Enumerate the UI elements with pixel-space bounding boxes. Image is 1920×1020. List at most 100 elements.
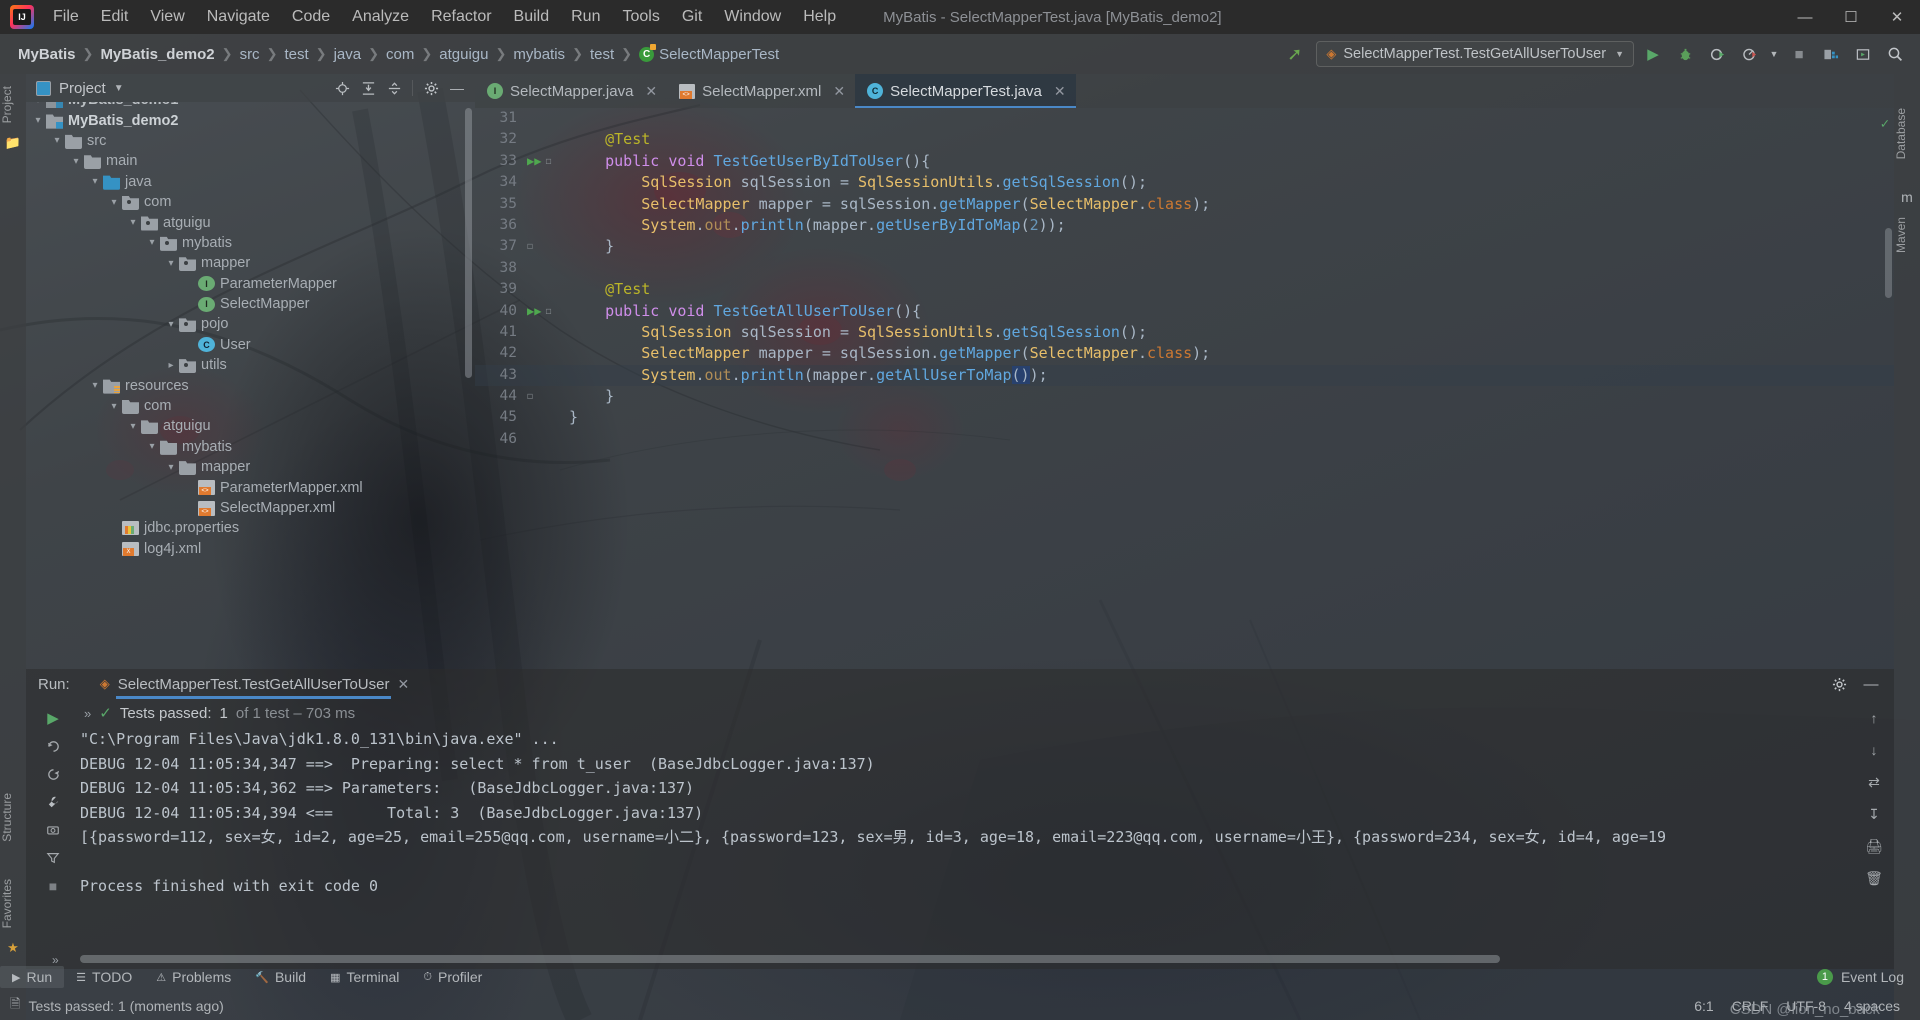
print-button[interactable]: 🖨 — [1860, 833, 1888, 859]
collapse-all-button[interactable] — [382, 76, 406, 100]
tree-node[interactable]: ▾ mapper — [26, 253, 475, 273]
chevron-down-icon[interactable]: ▾ — [163, 319, 179, 330]
scroll-to-end-button[interactable]: ↧ — [1860, 801, 1888, 827]
profiler-dropdown-caret[interactable]: ▼ — [1768, 41, 1780, 67]
tree-node[interactable]: ▾ java — [26, 172, 475, 192]
tree-node[interactable]: ▾ com — [26, 396, 475, 416]
tree-node[interactable]: log4j.xml — [26, 539, 475, 559]
clear-all-button[interactable]: 🗑 — [1860, 865, 1888, 891]
project-file-tree[interactable]: ▾MyBatis_demo1▾MyBatis_demo2▾src▾main▾ja… — [26, 102, 475, 669]
run-settings-button[interactable] — [1826, 671, 1852, 697]
bottom-item-todo[interactable]: ☰ TODO — [64, 966, 144, 988]
chevron-right-icon[interactable]: ▸ — [163, 360, 179, 371]
breadcrumb-test-pkg[interactable]: test — [584, 44, 620, 65]
sidebar-item-maven[interactable]: m Maven — [1894, 185, 1920, 261]
console-output[interactable]: "C:\Program Files\Java\jdk1.8.0_131\bin\… — [80, 727, 1850, 939]
chevron-down-icon[interactable]: ▾ — [30, 115, 46, 126]
code-fold-icon[interactable]: ◻ — [527, 386, 533, 407]
tree-node[interactable]: ▾ mybatis — [26, 233, 475, 253]
update-project-button[interactable] — [1818, 41, 1844, 67]
chevron-down-icon[interactable]: ▾ — [87, 380, 103, 391]
menu-build[interactable]: Build — [503, 4, 561, 30]
chevron-down-icon[interactable]: ▾ — [106, 197, 122, 208]
breadcrumb-com[interactable]: com — [380, 44, 420, 65]
chevron-down-icon[interactable]: ▾ — [30, 102, 46, 106]
run-test-gutter-icon[interactable]: ▶▶ — [527, 301, 541, 322]
project-panel-title-group[interactable]: Project ▼ — [26, 80, 124, 97]
run-with-coverage-button[interactable] — [1704, 41, 1730, 67]
tree-node[interactable]: jdbc.properties — [26, 518, 475, 538]
menu-tools[interactable]: Tools — [611, 4, 670, 30]
menu-analyze[interactable]: Analyze — [341, 4, 420, 30]
tree-node[interactable]: ▸ utils — [26, 355, 475, 375]
filter-tests-button[interactable] — [39, 845, 67, 871]
code-editor[interactable]: 31 32 @Test 33 ▶▶ ◻ public void TestGetUserB… — [475, 108, 1894, 669]
run-configuration-selector[interactable]: ◈ SelectMapperTest.TestGetAllUserToUser … — [1316, 41, 1634, 67]
run-test-gutter-icon[interactable]: ▶▶ — [527, 151, 541, 172]
expand-all-button[interactable] — [356, 76, 380, 100]
chevron-down-icon[interactable]: ▾ — [125, 217, 141, 228]
close-icon[interactable]: ✕ — [1054, 83, 1066, 100]
chevron-down-icon[interactable]: ▾ — [144, 237, 160, 248]
breadcrumb-test[interactable]: test — [278, 44, 314, 65]
run-anything-button[interactable] — [1850, 41, 1876, 67]
hide-panel-button[interactable]: — — [445, 76, 469, 100]
expand-chevron-icon[interactable]: » — [84, 706, 91, 721]
tree-node[interactable]: ▾ MyBatis_demo1 — [26, 102, 475, 110]
editor-tab-selectmapper-xml[interactable]: SelectMapper.xml ✕ — [667, 74, 855, 108]
stop-process-button[interactable]: ■ — [39, 873, 67, 899]
bottom-item-build[interactable]: 🔨 Build — [243, 966, 318, 988]
scroll-from-source-button[interactable] — [330, 76, 354, 100]
breadcrumb-src[interactable]: src — [234, 44, 266, 65]
close-icon[interactable]: ✕ — [645, 83, 657, 100]
menu-refactor[interactable]: Refactor — [420, 4, 502, 30]
tree-node[interactable]: ▾ mybatis — [26, 437, 475, 457]
sidebar-item-favorites[interactable]: Favorites ★ — [0, 871, 26, 960]
editor-tab-selectmapper-java[interactable]: I SelectMapper.java ✕ — [475, 74, 667, 108]
bottom-item-problems[interactable]: ⚠ Problems — [144, 966, 243, 988]
chevron-down-icon[interactable]: ▾ — [68, 156, 84, 167]
minimize-button[interactable]: — — [1782, 0, 1828, 34]
editor-vertical-scrollbar[interactable] — [1885, 228, 1892, 298]
vcs-arrow-icon[interactable]: ➚ — [1287, 44, 1302, 65]
bottom-item-run[interactable]: ▶ Run — [0, 966, 65, 988]
chevron-down-icon[interactable]: ▾ — [125, 421, 141, 432]
soft-wrap-button[interactable]: ⇄ — [1860, 769, 1888, 795]
tree-node[interactable]: ▾ pojo — [26, 314, 475, 334]
close-icon[interactable]: ✕ — [833, 83, 845, 100]
tree-node[interactable]: ▾ MyBatis_demo2 — [26, 110, 475, 130]
tree-node[interactable]: C User — [26, 335, 475, 355]
bottom-item-terminal[interactable]: ▦ Terminal — [318, 966, 411, 988]
menu-window[interactable]: Window — [713, 4, 792, 30]
tree-node[interactable]: ▾ atguigu — [26, 416, 475, 436]
chevron-down-icon[interactable]: ▾ — [87, 176, 103, 187]
inspection-status-icon[interactable]: ✓ — [1881, 114, 1889, 135]
project-tree-scrollbar[interactable] — [465, 108, 472, 378]
menu-file[interactable]: File — [42, 4, 90, 30]
project-settings-button[interactable] — [419, 76, 443, 100]
tree-node[interactable]: SelectMapper.xml — [26, 498, 475, 518]
stop-button[interactable]: ■ — [1786, 41, 1812, 67]
menu-edit[interactable]: Edit — [90, 4, 140, 30]
breadcrumb-mybatis[interactable]: MyBatis — [12, 44, 82, 65]
breadcrumb-atguigu[interactable]: atguigu — [433, 44, 494, 65]
breadcrumb-java[interactable]: java — [328, 44, 368, 65]
tree-node[interactable]: ▾ atguigu — [26, 212, 475, 232]
scroll-up-button[interactable]: ↑ — [1860, 705, 1888, 731]
breadcrumb-mybatis-pkg[interactable]: mybatis — [507, 44, 571, 65]
caret-position[interactable]: 6:1 — [1694, 998, 1713, 1014]
tree-node[interactable]: ParameterMapper.xml — [26, 477, 475, 497]
chevron-down-icon[interactable]: ▾ — [106, 401, 122, 412]
code-fold-icon[interactable]: ◻ — [527, 236, 533, 257]
hide-run-window-button[interactable]: — — [1858, 671, 1884, 697]
editor-tab-selectmappertest-java[interactable]: C SelectMapperTest.java ✕ — [855, 74, 1077, 108]
code-fold-icon[interactable]: ◻ — [545, 151, 551, 172]
scroll-down-button[interactable]: ↓ — [1860, 737, 1888, 763]
chevron-down-icon[interactable]: ▾ — [163, 258, 179, 269]
pin-tab-button[interactable] — [39, 817, 67, 843]
menu-run[interactable]: Run — [560, 4, 611, 30]
tree-node[interactable]: ▾ mapper — [26, 457, 475, 477]
sidebar-item-project[interactable]: Project 📁 — [0, 74, 26, 155]
code-fold-icon[interactable]: ◻ — [545, 301, 551, 322]
maximize-button[interactable]: ☐ — [1828, 0, 1874, 34]
